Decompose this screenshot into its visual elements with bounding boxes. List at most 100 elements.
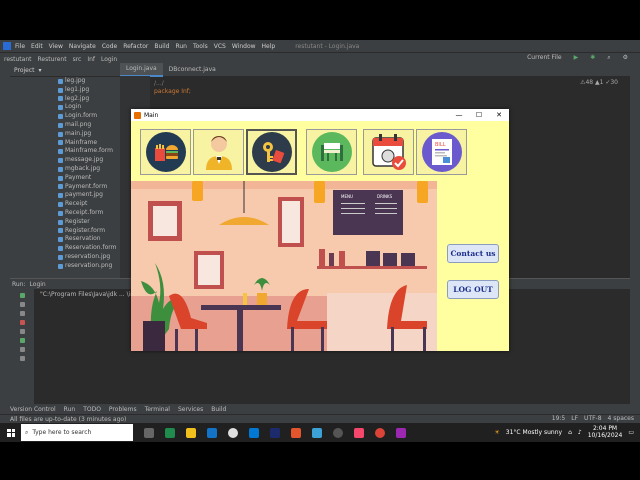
- camera-icon[interactable]: [19, 338, 25, 343]
- inspection-widget[interactable]: ⚠48 ▲1 ✓30: [580, 79, 618, 86]
- volume-icon[interactable]: ♪: [578, 429, 582, 436]
- file-explorer-icon[interactable]: [186, 427, 196, 438]
- menu-build[interactable]: Build: [154, 43, 169, 50]
- menu-view[interactable]: View: [49, 43, 63, 50]
- powerpoint-icon[interactable]: [291, 427, 301, 438]
- file-item[interactable]: Reservation: [58, 235, 120, 244]
- project-label[interactable]: Project: [14, 67, 35, 74]
- file-item[interactable]: Mainframe: [58, 139, 120, 148]
- down-icon[interactable]: [19, 311, 25, 316]
- file-item[interactable]: leg1.jpg: [58, 86, 120, 95]
- notification-icon[interactable]: ▭: [628, 429, 634, 436]
- file-item[interactable]: Receipt.form: [58, 209, 120, 218]
- print-icon[interactable]: [19, 347, 25, 352]
- trash-icon[interactable]: [19, 356, 25, 361]
- file-item[interactable]: mgback.jpg: [58, 165, 120, 174]
- close-icon[interactable]: ✕: [489, 109, 509, 121]
- run-config-select[interactable]: Current File: [527, 54, 561, 62]
- status-encoding[interactable]: UTF-8: [584, 415, 602, 422]
- menu-run[interactable]: Run: [175, 43, 187, 50]
- status-position[interactable]: 19:5: [552, 415, 565, 422]
- menu-help[interactable]: Help: [262, 43, 276, 50]
- tab-login-java[interactable]: Login.java: [120, 63, 163, 77]
- java-app-icon[interactable]: [396, 427, 406, 438]
- stop-icon[interactable]: [19, 320, 25, 325]
- settings-icon[interactable]: ⚙: [623, 54, 628, 62]
- menu-code[interactable]: Code: [102, 43, 117, 50]
- run-icon[interactable]: ▶: [574, 54, 579, 62]
- wifi-icon[interactable]: ⌂: [568, 429, 572, 436]
- tool-services[interactable]: Services: [178, 406, 203, 413]
- staff-button[interactable]: [193, 129, 244, 175]
- menu-file[interactable]: File: [15, 43, 25, 50]
- task-view-icon[interactable]: [144, 427, 154, 438]
- tab-dbconnect-java[interactable]: DBconnect.java: [163, 64, 222, 76]
- run-tab-login[interactable]: Login: [30, 281, 46, 288]
- tool-todo[interactable]: TODO: [83, 406, 101, 413]
- contact-us-button[interactable]: Contact us: [447, 244, 499, 263]
- breadcrumb-file[interactable]: Login: [101, 56, 117, 63]
- rerun-icon[interactable]: [19, 293, 25, 298]
- wrap-icon[interactable]: [19, 329, 25, 334]
- file-item[interactable]: reservation.png: [58, 262, 120, 271]
- breadcrumb-project[interactable]: restutant: [4, 56, 32, 63]
- file-item[interactable]: message.jpg: [58, 156, 120, 165]
- search-icon[interactable]: ⌕: [607, 54, 610, 62]
- food-menu-button[interactable]: [140, 129, 191, 175]
- maximize-icon[interactable]: ☐: [469, 109, 489, 121]
- menu-edit[interactable]: Edit: [31, 43, 43, 50]
- breadcrumb-module[interactable]: Resturent: [38, 56, 67, 63]
- file-item[interactable]: reservation.jpg: [58, 253, 120, 262]
- debug-icon[interactable]: ✱: [590, 54, 595, 62]
- menu-refactor[interactable]: Refactor: [123, 43, 148, 50]
- file-item[interactable]: main.jpg: [58, 130, 120, 139]
- taskbar-search-input[interactable]: ⌕ Type here to search: [21, 424, 133, 441]
- breadcrumb-package[interactable]: Inf: [87, 56, 95, 63]
- up-icon[interactable]: [19, 302, 25, 307]
- menu-vcs[interactable]: VCS: [214, 43, 226, 50]
- minimize-icon[interactable]: —: [449, 109, 469, 121]
- file-item[interactable]: Register: [58, 218, 120, 227]
- photoshop-icon[interactable]: [270, 427, 280, 438]
- file-item[interactable]: Payment.form: [58, 183, 120, 192]
- windows-start-icon[interactable]: [7, 428, 15, 437]
- tool-build[interactable]: Build: [211, 406, 226, 413]
- chrome-alt-icon[interactable]: [375, 427, 385, 438]
- tool-version-control[interactable]: Version Control: [10, 406, 56, 413]
- chrome-icon[interactable]: [228, 427, 238, 438]
- file-item[interactable]: Payment: [58, 174, 120, 183]
- intellij-icon[interactable]: [354, 427, 364, 438]
- menu-tools[interactable]: Tools: [193, 43, 208, 50]
- bill-button[interactable]: BILL: [416, 129, 467, 175]
- breadcrumb-src[interactable]: src: [73, 56, 82, 63]
- file-item[interactable]: Login.form: [58, 112, 120, 121]
- mail-icon[interactable]: [207, 427, 217, 438]
- file-item[interactable]: Register.form: [58, 227, 120, 236]
- tool-terminal[interactable]: Terminal: [145, 406, 170, 413]
- file-item[interactable]: Login: [58, 103, 120, 112]
- file-item[interactable]: leg.jpg: [58, 77, 120, 86]
- file-item[interactable]: payment.jpg: [58, 191, 120, 200]
- file-item[interactable]: leg2.jpg: [58, 95, 120, 104]
- obs-icon[interactable]: [333, 427, 343, 438]
- status-line-separator[interactable]: LF: [571, 415, 578, 422]
- weather-text[interactable]: 31°C Mostly sunny: [506, 429, 562, 436]
- status-indent[interactable]: 4 spaces: [608, 415, 634, 422]
- access-key-button[interactable]: [246, 129, 297, 175]
- file-item[interactable]: Mainframe.form: [58, 147, 120, 156]
- clock[interactable]: 2:04 PM 10/16/2024: [588, 425, 623, 439]
- app-icon[interactable]: [312, 427, 322, 438]
- reservation-button[interactable]: [363, 129, 414, 175]
- tool-problems[interactable]: Problems: [109, 406, 137, 413]
- tables-button[interactable]: [306, 129, 357, 175]
- store-icon[interactable]: [249, 427, 259, 438]
- edge-icon[interactable]: [165, 427, 175, 438]
- chevron-down-icon[interactable]: ▾: [39, 67, 42, 74]
- main-window-titlebar[interactable]: Main — ☐ ✕: [131, 109, 509, 121]
- menu-window[interactable]: Window: [232, 43, 256, 50]
- menu-navigate[interactable]: Navigate: [69, 43, 96, 50]
- logout-button[interactable]: LOG OUT: [447, 280, 499, 299]
- file-item[interactable]: Reservation.form: [58, 244, 120, 253]
- code-fold[interactable]: /.../: [154, 80, 164, 87]
- file-item[interactable]: Receipt: [58, 200, 120, 209]
